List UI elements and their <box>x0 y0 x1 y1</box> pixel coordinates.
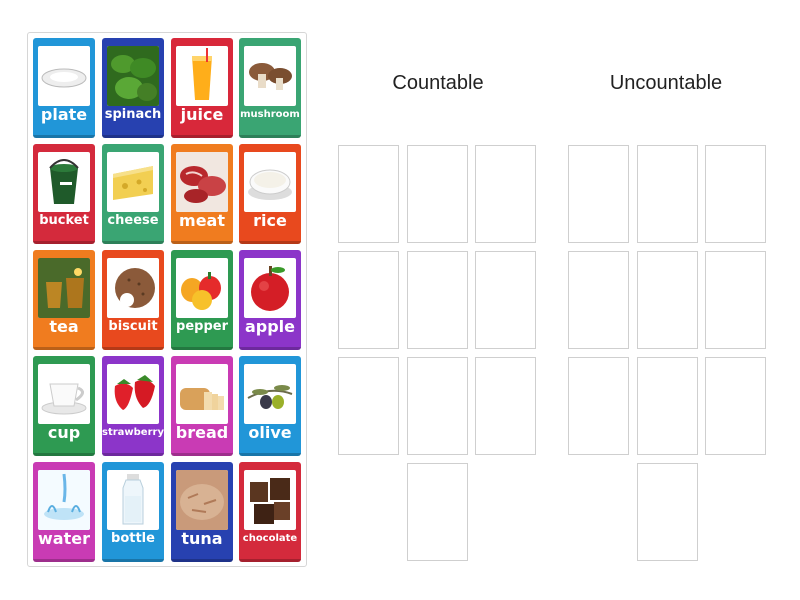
mushroom-icon <box>244 46 296 106</box>
cup-icon <box>38 364 90 424</box>
card-juice[interactable]: juice <box>171 38 233 138</box>
olive-icon <box>244 364 296 424</box>
countable-drop-slot[interactable] <box>338 251 399 349</box>
countable-drop-slot[interactable] <box>407 357 468 455</box>
card-pepper[interactable]: pepper <box>171 250 233 350</box>
card-rice[interactable]: rice <box>239 144 301 244</box>
card-apple[interactable]: apple <box>239 250 301 350</box>
card-label: cup <box>47 423 81 442</box>
plate-icon <box>38 46 90 106</box>
spinach-icon <box>107 46 159 106</box>
uncountable-drop-slot[interactable] <box>637 251 698 349</box>
card-label: biscuit <box>108 319 158 334</box>
card-water[interactable]: water <box>33 462 95 562</box>
apple-icon <box>244 258 296 318</box>
card-label: cheese <box>107 213 159 228</box>
card-plate[interactable]: plate <box>33 38 95 138</box>
card-label: bottle <box>111 531 155 546</box>
card-label: rice <box>253 211 287 230</box>
card-label: spinach <box>104 107 162 122</box>
countable-drop-slot[interactable] <box>407 463 468 561</box>
uncountable-drop-slot[interactable] <box>637 357 698 455</box>
card-label: bucket <box>39 213 89 228</box>
card-olive[interactable]: olive <box>239 356 301 456</box>
card-label: water <box>38 529 90 548</box>
uncountable-drop-slot[interactable] <box>637 145 698 243</box>
uncountable-drop-slot[interactable] <box>568 145 629 243</box>
card-label: strawberry <box>102 427 164 438</box>
bread-icon <box>176 364 228 424</box>
countable-drop-slot[interactable] <box>475 357 536 455</box>
bucket-icon <box>38 152 90 212</box>
countable-drop-slot[interactable] <box>407 145 468 243</box>
card-cup[interactable]: cup <box>33 356 95 456</box>
card-bucket[interactable]: bucket <box>33 144 95 244</box>
pepper-icon <box>176 258 228 318</box>
countable-drop-slot[interactable] <box>338 357 399 455</box>
bottle-icon <box>107 470 159 530</box>
card-tea[interactable]: tea <box>33 250 95 350</box>
uncountable-drop-slot[interactable] <box>705 251 766 349</box>
card-label: tuna <box>181 529 223 548</box>
card-label: tea <box>49 317 79 336</box>
countable-heading: Countable <box>392 72 484 94</box>
uncountable-drop-slot[interactable] <box>705 145 766 243</box>
uncountable-drop-slot[interactable] <box>705 357 766 455</box>
cheese-icon <box>107 152 159 212</box>
card-cheese[interactable]: cheese <box>102 144 164 244</box>
strawberry-icon <box>107 364 159 424</box>
card-strawberry[interactable]: strawberry <box>102 356 164 456</box>
card-label: meat <box>179 211 225 230</box>
card-bread[interactable]: bread <box>171 356 233 456</box>
card-label: chocolate <box>242 533 298 544</box>
card-spinach[interactable]: spinach <box>102 38 164 138</box>
countable-drop-slot[interactable] <box>338 145 399 243</box>
tea-icon <box>38 258 90 318</box>
card-meat[interactable]: meat <box>171 144 233 244</box>
rice-icon <box>244 152 296 212</box>
biscuit-icon <box>107 258 159 318</box>
uncountable-heading: Uncountable <box>609 72 723 94</box>
tuna-icon <box>176 470 228 530</box>
card-label: plate <box>40 105 88 124</box>
uncountable-drop-slot[interactable] <box>568 357 629 455</box>
juice-icon <box>176 46 228 106</box>
chocolate-icon <box>244 470 296 530</box>
card-mushroom[interactable]: mushroom <box>239 38 301 138</box>
uncountable-drop-slot[interactable] <box>568 251 629 349</box>
countable-drop-slot[interactable] <box>407 251 468 349</box>
card-chocolate[interactable]: chocolate <box>239 462 301 562</box>
countable-drop-slot[interactable] <box>475 145 536 243</box>
water-icon <box>38 470 90 530</box>
card-tuna[interactable]: tuna <box>171 462 233 562</box>
card-biscuit[interactable]: biscuit <box>102 250 164 350</box>
card-label: juice <box>180 105 224 124</box>
card-label: pepper <box>176 319 228 334</box>
uncountable-drop-slot[interactable] <box>637 463 698 561</box>
card-label: mushroom <box>240 109 300 120</box>
card-label: apple <box>244 317 296 336</box>
meat-icon <box>176 152 228 212</box>
card-bottle[interactable]: bottle <box>102 462 164 562</box>
card-label: olive <box>248 423 292 442</box>
card-label: bread <box>175 423 229 442</box>
countable-drop-slot[interactable] <box>475 251 536 349</box>
